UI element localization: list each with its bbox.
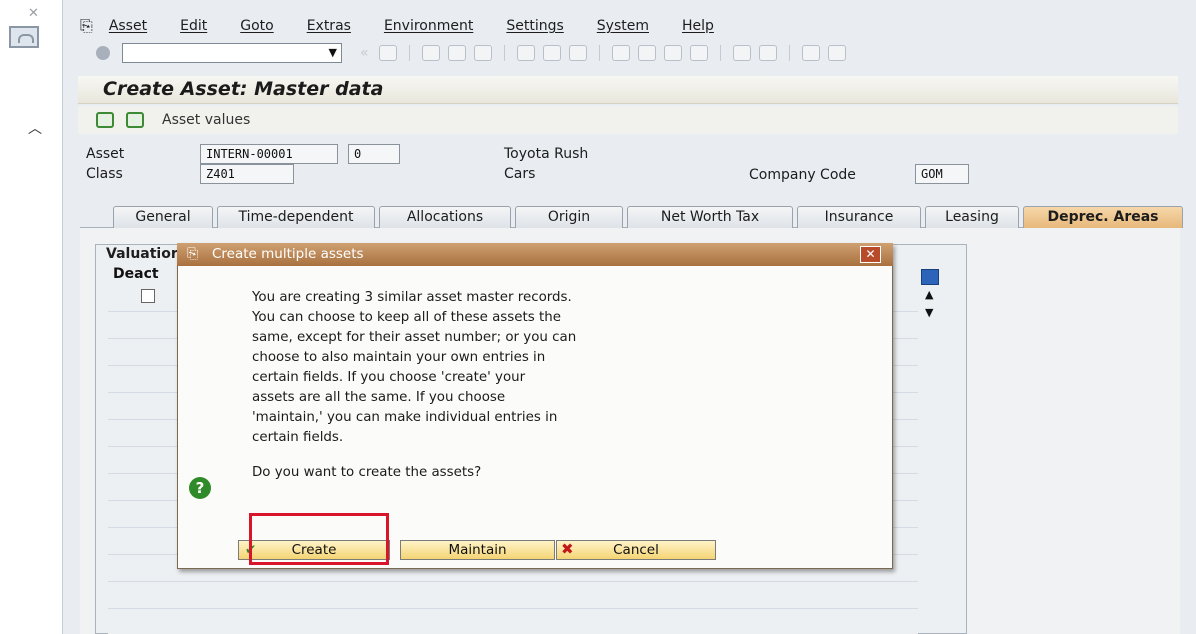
dialog-question: Do you want to create the assets? (252, 465, 482, 480)
valuation-group-title: Valuatior (106, 246, 178, 262)
switch-screen-icon[interactable] (96, 112, 114, 128)
dialog-title: Create multiple assets (212, 246, 364, 262)
scroll-down-icon[interactable]: ▼ (925, 306, 933, 319)
menu-help[interactable]: Help (682, 18, 714, 34)
company-code-field[interactable]: GOM (915, 164, 969, 184)
standard-toolbar: ▼ « (62, 40, 1196, 66)
class-description: Cars (504, 166, 536, 182)
maintain-button[interactable]: Maintain (400, 540, 555, 560)
previous-page-icon[interactable] (637, 45, 656, 61)
menu-icon[interactable]: ⎘ (80, 16, 93, 36)
cancel-icon[interactable] (473, 45, 492, 61)
class-field[interactable]: Z401 (200, 164, 294, 184)
asset-values-button[interactable]: Asset values (162, 112, 250, 128)
asset-number-field[interactable]: INTERN-00001 (200, 144, 338, 164)
new-session-icon[interactable] (732, 45, 751, 61)
asset-description: Toyota Rush (504, 146, 589, 162)
enter-icon[interactable] (96, 46, 110, 60)
page-title: Create Asset: Master data (103, 78, 384, 100)
find-next-icon[interactable] (568, 45, 587, 61)
tab-deprec-areas[interactable]: Deprec. Areas (1023, 206, 1183, 228)
toolbar-divider (788, 45, 790, 61)
asset-subnumber-field[interactable]: 0 (348, 144, 400, 164)
first-page-icon[interactable] (611, 45, 630, 61)
close-icon[interactable]: ✕ (28, 6, 39, 21)
exit-icon[interactable] (447, 45, 466, 61)
dialog-close-button[interactable]: ✕ (860, 246, 881, 263)
chevron-down-icon[interactable]: ▼ (329, 46, 337, 59)
table-settings-icon[interactable] (921, 269, 939, 285)
print-icon[interactable] (516, 45, 535, 61)
help-icon[interactable] (801, 45, 820, 61)
cancel-button[interactable]: ✖ Cancel (556, 540, 716, 560)
menu-goto[interactable]: Goto (240, 18, 273, 34)
deact-column-header: Deact (113, 266, 159, 282)
tab-insurance[interactable]: Insurance (797, 206, 921, 228)
menu-system[interactable]: System (597, 18, 649, 34)
toolbar-divider (408, 45, 410, 61)
command-field[interactable]: ▼ (122, 43, 342, 63)
company-code-label: Company Code (749, 167, 856, 183)
create-button-highlight (249, 513, 389, 565)
maintain-button-label: Maintain (448, 542, 507, 558)
deact-checkbox[interactable] (141, 289, 155, 303)
back-icon[interactable] (421, 45, 440, 61)
scroll-up-icon[interactable]: ▲ (925, 288, 933, 301)
toolbar-divider (503, 45, 505, 61)
dialog-message: You are creating 3 similar asset master … (252, 290, 577, 445)
chevron-up-icon[interactable]: ︿ (28, 118, 42, 138)
shortcut-icon[interactable] (758, 45, 777, 61)
tab-origin[interactable]: Origin (515, 206, 623, 228)
application-toolbar: Asset values (78, 106, 1178, 134)
cancel-x-icon: ✖ (561, 540, 574, 558)
menu-settings[interactable]: Settings (506, 18, 563, 34)
find-icon[interactable] (542, 45, 561, 61)
menu-environment[interactable]: Environment (384, 18, 473, 34)
layout-menu-icon[interactable] (827, 45, 846, 61)
asset-label: Asset (86, 146, 125, 162)
monitor-icon (9, 26, 39, 48)
save-icon[interactable] (378, 45, 397, 61)
collapse-icon[interactable]: « (360, 45, 369, 61)
tab-time-dependent[interactable]: Time-dependent (217, 206, 375, 228)
document-icon[interactable] (126, 112, 144, 128)
menu-bar: ⎘ Asset Edit Goto Extras Environment Set… (62, 10, 1196, 42)
next-page-icon[interactable] (663, 45, 682, 61)
tab-leasing[interactable]: Leasing (925, 206, 1019, 228)
tab-allocations[interactable]: Allocations (379, 206, 511, 228)
menu-asset[interactable]: Asset (109, 18, 147, 34)
dialog-window-icon: ⎘ (187, 246, 199, 262)
cancel-button-label: Cancel (613, 542, 659, 558)
last-page-icon[interactable] (689, 45, 708, 61)
tab-net-worth-tax[interactable]: Net Worth Tax (627, 206, 793, 228)
question-icon: ? (189, 477, 211, 499)
toolbar-divider (719, 45, 721, 61)
toolbar-divider (598, 45, 600, 61)
tab-strip: General Time-dependent Allocations Origi… (95, 206, 1185, 228)
class-label: Class (86, 166, 123, 182)
left-strip (0, 0, 62, 634)
menu-edit[interactable]: Edit (180, 18, 207, 34)
menu-extras[interactable]: Extras (307, 18, 351, 34)
tab-general[interactable]: General (113, 206, 213, 228)
